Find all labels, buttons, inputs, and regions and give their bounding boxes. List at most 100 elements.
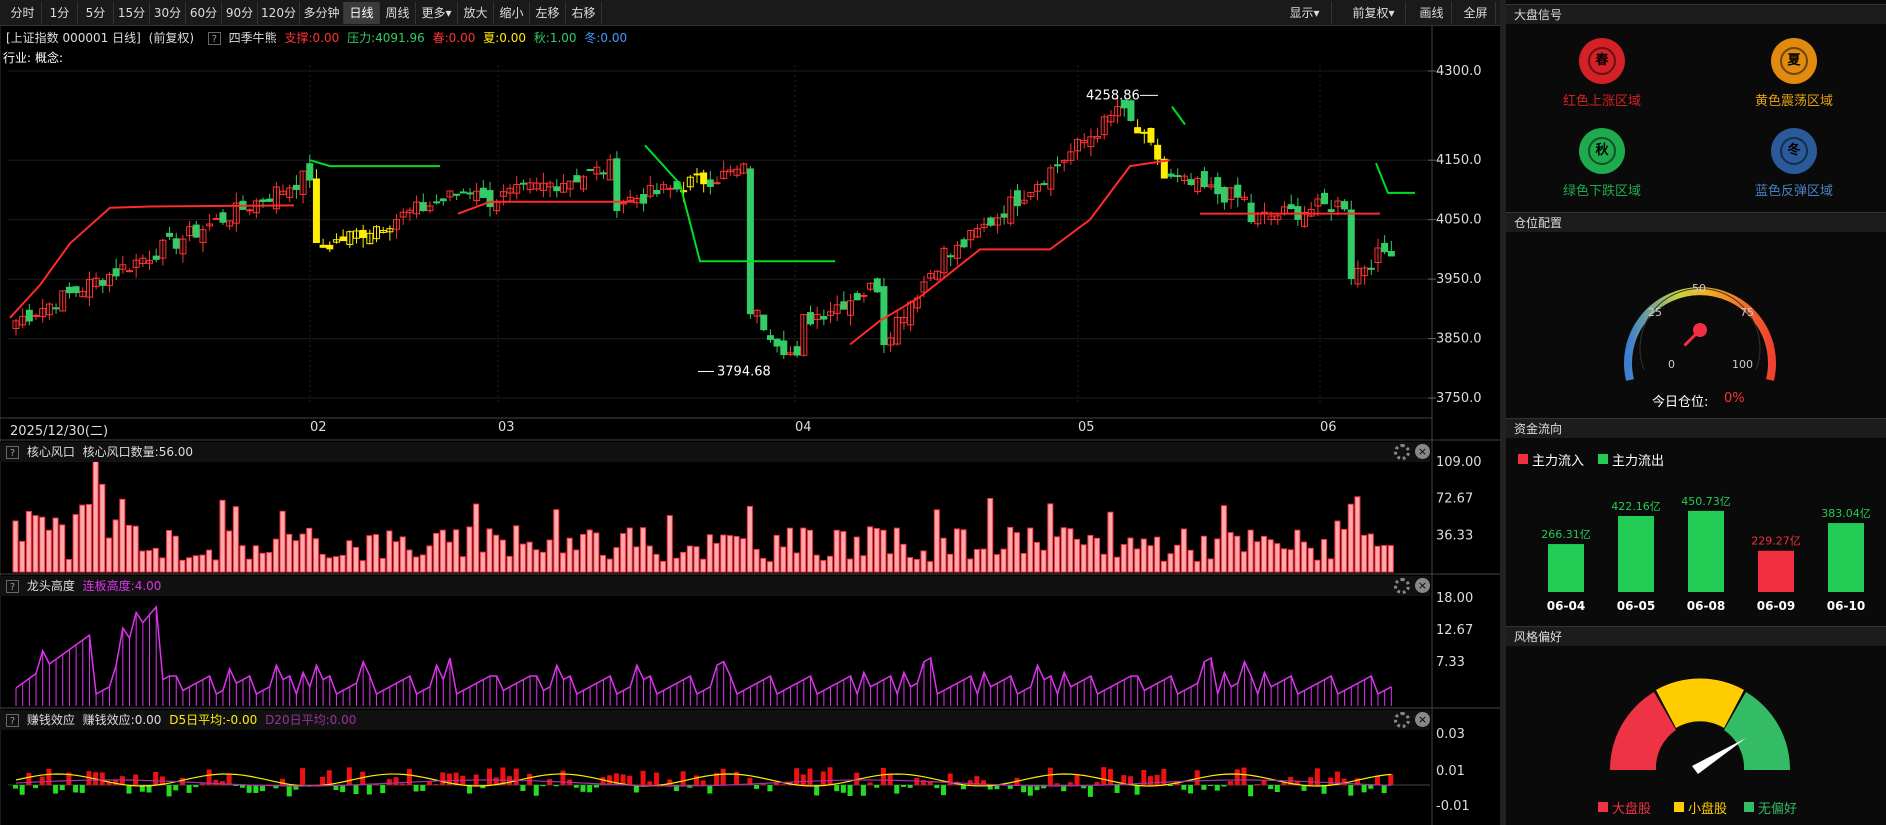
signals-header: 大盘信号 bbox=[1506, 4, 1886, 24]
style-legend-small-swatch bbox=[1674, 802, 1684, 812]
panel1-bar bbox=[513, 525, 520, 573]
candle-body bbox=[1381, 242, 1389, 253]
panel3-bar bbox=[1374, 775, 1380, 785]
candle-body bbox=[99, 280, 107, 286]
candle-body bbox=[1220, 187, 1228, 203]
panel1-bar bbox=[680, 551, 687, 573]
panel2-tick: 12.67 bbox=[1436, 623, 1473, 638]
panel1-bar bbox=[900, 543, 907, 573]
panel1-close-icon[interactable]: × bbox=[1415, 444, 1430, 459]
candle-body bbox=[780, 340, 788, 356]
panel3-bar bbox=[453, 772, 459, 785]
candle-body bbox=[613, 158, 621, 212]
gauge-hub bbox=[1693, 323, 1707, 337]
panel3-bar bbox=[73, 785, 79, 793]
candle-body bbox=[1200, 171, 1208, 188]
panel1-bar bbox=[319, 553, 326, 573]
panel3-settings-icon[interactable] bbox=[1394, 712, 1410, 728]
candle-body bbox=[319, 244, 327, 248]
price-tick-label: 3850.0 bbox=[1436, 332, 1482, 347]
low-price-label: 3794.68 bbox=[717, 364, 771, 379]
panel1-bar bbox=[212, 559, 219, 573]
panel1-bar bbox=[880, 529, 887, 573]
panel1-bar bbox=[553, 509, 560, 573]
signal-winter[interactable]: 冬 蓝色反弹区域 bbox=[1734, 128, 1854, 199]
panel1-bar bbox=[860, 555, 867, 573]
candle-body bbox=[65, 286, 73, 294]
panel1-bar bbox=[1134, 548, 1141, 573]
panel1-settings-icon[interactable] bbox=[1394, 444, 1410, 460]
panel2-close-icon[interactable]: × bbox=[1415, 578, 1430, 593]
panel1-desc: 核心风口数量:56.00 bbox=[82, 445, 194, 459]
panel3-bar bbox=[1134, 785, 1140, 795]
panel1-bar bbox=[1147, 545, 1154, 573]
signal-summer[interactable]: 夏 黄色震荡区域 bbox=[1734, 38, 1854, 109]
panel3-bar bbox=[226, 773, 232, 785]
panel1-bar bbox=[252, 545, 259, 573]
high-price-label: 4258.86 bbox=[1086, 88, 1140, 103]
candle-body bbox=[466, 192, 474, 195]
panel3-bar bbox=[540, 785, 546, 787]
panel1-bar bbox=[459, 556, 466, 573]
panel3-bar bbox=[326, 770, 332, 785]
candle-body bbox=[72, 286, 80, 294]
panel3-close-icon[interactable]: × bbox=[1415, 712, 1430, 727]
panel3-bar bbox=[173, 785, 179, 791]
panel3-bar bbox=[1348, 785, 1354, 796]
panel1-bar bbox=[1047, 503, 1054, 573]
panel1-bar bbox=[473, 503, 480, 573]
panel1-bar bbox=[219, 499, 226, 573]
panel1-bar bbox=[386, 530, 393, 573]
candle-body bbox=[152, 255, 160, 260]
candle-body bbox=[746, 168, 754, 315]
panel1-bar bbox=[1167, 553, 1174, 573]
panel1-bar bbox=[1301, 541, 1308, 573]
panel1-bar bbox=[232, 506, 239, 573]
panel1-bar bbox=[99, 483, 106, 573]
panel1-bar bbox=[1207, 558, 1214, 573]
panel1-bar bbox=[1127, 537, 1134, 573]
panel1-bar bbox=[853, 536, 860, 573]
panel1-bar bbox=[359, 560, 366, 573]
panel3-bar bbox=[1168, 785, 1174, 787]
panel3-tick: 0.03 bbox=[1436, 727, 1465, 742]
panel3-bar bbox=[1381, 785, 1387, 794]
candle-body bbox=[766, 335, 774, 340]
candle-body bbox=[439, 198, 447, 202]
panel1-tick: 72.67 bbox=[1436, 492, 1473, 507]
gauge-tick-75: 75 bbox=[1740, 306, 1754, 319]
signal-autumn[interactable]: 秋 绿色下跌区域 bbox=[1542, 128, 1662, 199]
help-icon[interactable]: ? bbox=[6, 580, 19, 593]
support-line bbox=[457, 200, 635, 215]
panel3-bar bbox=[1114, 785, 1120, 793]
help-icon[interactable]: ? bbox=[6, 714, 19, 727]
panel3-bar bbox=[867, 782, 873, 785]
panel1-bar bbox=[119, 498, 126, 573]
candle-body bbox=[1000, 213, 1008, 218]
panel1-bar bbox=[740, 538, 747, 573]
panel1-bar bbox=[633, 546, 640, 573]
panel1-bar bbox=[433, 532, 440, 573]
panel3-bar bbox=[246, 785, 252, 793]
capital-bar bbox=[1758, 550, 1794, 592]
panel2-settings-icon[interactable] bbox=[1394, 578, 1410, 594]
position-header: 仓位配置 bbox=[1506, 212, 1886, 232]
help-icon[interactable]: ? bbox=[6, 446, 19, 459]
panel1-bar bbox=[1187, 549, 1194, 573]
panel1-bar bbox=[660, 560, 667, 573]
signal-spring[interactable]: 春 红色上涨区域 bbox=[1542, 38, 1662, 109]
panel1-bar bbox=[1314, 559, 1321, 573]
panel1-bar bbox=[1247, 529, 1254, 573]
panel1-bar bbox=[406, 549, 413, 573]
panel1-bar bbox=[152, 547, 159, 573]
panel1-bar bbox=[566, 537, 573, 573]
panel3-bar bbox=[1181, 785, 1187, 790]
candle-body bbox=[479, 187, 487, 198]
candle-body bbox=[987, 217, 995, 226]
panel1-bar bbox=[1341, 528, 1348, 573]
panel1-bar bbox=[1214, 538, 1221, 573]
style-needle bbox=[1692, 738, 1746, 774]
panel3-bar bbox=[13, 785, 18, 789]
panel3-bar bbox=[99, 772, 105, 785]
panel3-bar bbox=[934, 785, 940, 789]
